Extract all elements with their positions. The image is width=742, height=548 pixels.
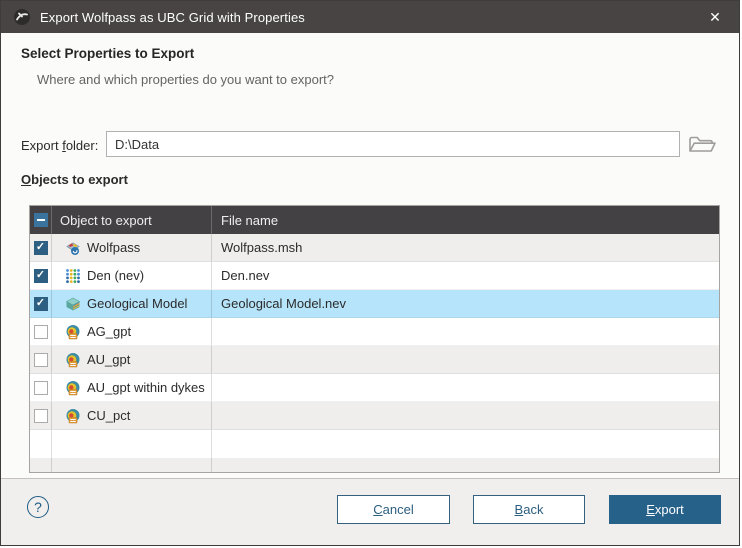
page-title: Select Properties to Export bbox=[21, 46, 194, 61]
folder-icon bbox=[687, 134, 717, 156]
mesh-icon bbox=[65, 240, 81, 256]
object-name: Wolfpass bbox=[87, 240, 140, 255]
interpolant-icon bbox=[65, 380, 81, 396]
table-row[interactable]: ✓ Geological Model Geological Model.nev bbox=[30, 290, 719, 318]
export-button[interactable]: Export bbox=[609, 495, 721, 524]
row-checkbox[interactable]: ✓ bbox=[34, 297, 48, 311]
file-name bbox=[212, 374, 719, 402]
geological-model-icon bbox=[65, 296, 81, 312]
object-name: Den (nev) bbox=[87, 268, 144, 283]
file-name: Den.nev bbox=[212, 262, 719, 290]
check-icon: ✓ bbox=[36, 298, 45, 309]
table-header: Object to export File name bbox=[30, 206, 719, 234]
object-name: CU_pct bbox=[87, 408, 130, 423]
row-checkbox[interactable] bbox=[34, 353, 48, 367]
file-name bbox=[212, 346, 719, 374]
row-checkbox[interactable]: ✓ bbox=[34, 269, 48, 283]
file-name: Geological Model.nev bbox=[212, 290, 719, 318]
check-icon: ✓ bbox=[36, 270, 45, 281]
select-all-checkbox[interactable] bbox=[34, 213, 48, 227]
close-icon: ✕ bbox=[709, 9, 721, 26]
cancel-button[interactable]: Cancel bbox=[337, 495, 450, 524]
export-dialog: Export Wolfpass as UBC Grid with Propert… bbox=[0, 0, 740, 546]
help-icon: ? bbox=[34, 499, 42, 515]
check-icon: ✓ bbox=[36, 242, 45, 253]
app-icon bbox=[13, 8, 31, 26]
table-row[interactable]: ✓ Wolfpass Wolfpass.msh bbox=[30, 234, 719, 262]
file-name bbox=[212, 318, 719, 346]
column-header-object[interactable]: Object to export bbox=[52, 206, 212, 234]
indeterminate-icon bbox=[37, 219, 45, 221]
row-checkbox[interactable]: ✓ bbox=[34, 241, 48, 255]
close-button[interactable]: ✕ bbox=[701, 3, 729, 31]
help-button[interactable]: ? bbox=[27, 496, 49, 518]
table-row[interactable]: AU_gpt within dykes bbox=[30, 374, 719, 402]
dialog-content: Select Properties to Export Where and wh… bbox=[1, 33, 739, 478]
object-name: Geological Model bbox=[87, 296, 187, 311]
export-folder-input[interactable] bbox=[106, 131, 680, 157]
objects-to-export-label: Objects to export bbox=[21, 172, 128, 187]
footer-bar: ? Cancel Back Export bbox=[1, 478, 739, 545]
row-checkbox[interactable] bbox=[34, 325, 48, 339]
browse-folder-button[interactable] bbox=[686, 133, 718, 157]
table-row[interactable]: CU_pct bbox=[30, 402, 719, 430]
column-header-file[interactable]: File name bbox=[212, 206, 719, 234]
title-bar: Export Wolfpass as UBC Grid with Propert… bbox=[1, 1, 739, 33]
page-subtitle: Where and which properties do you want t… bbox=[37, 72, 334, 87]
object-name: AG_gpt bbox=[87, 324, 131, 339]
object-name: AU_gpt within dykes bbox=[87, 380, 205, 395]
object-name: AU_gpt bbox=[87, 352, 130, 367]
back-button[interactable]: Back bbox=[473, 495, 585, 524]
interpolant-icon bbox=[65, 352, 81, 368]
table-row[interactable]: ✓ Den (nev) Den.nev bbox=[30, 262, 719, 290]
table-row[interactable]: AG_gpt bbox=[30, 318, 719, 346]
table-row[interactable]: AU_gpt bbox=[30, 346, 719, 374]
window-title: Export Wolfpass as UBC Grid with Propert… bbox=[40, 10, 305, 25]
export-folder-label: Export folder: bbox=[21, 138, 98, 153]
empty-row bbox=[30, 430, 719, 458]
row-checkbox[interactable] bbox=[34, 381, 48, 395]
interpolant-icon bbox=[65, 408, 81, 424]
file-name bbox=[212, 402, 719, 430]
objects-table: Object to export File name ✓ Wolfpass Wolf… bbox=[29, 205, 720, 473]
row-checkbox[interactable] bbox=[34, 409, 48, 423]
interpolant-icon bbox=[65, 324, 81, 340]
file-name: Wolfpass.msh bbox=[212, 234, 719, 262]
empty-row bbox=[30, 458, 719, 472]
points-icon bbox=[65, 268, 81, 284]
